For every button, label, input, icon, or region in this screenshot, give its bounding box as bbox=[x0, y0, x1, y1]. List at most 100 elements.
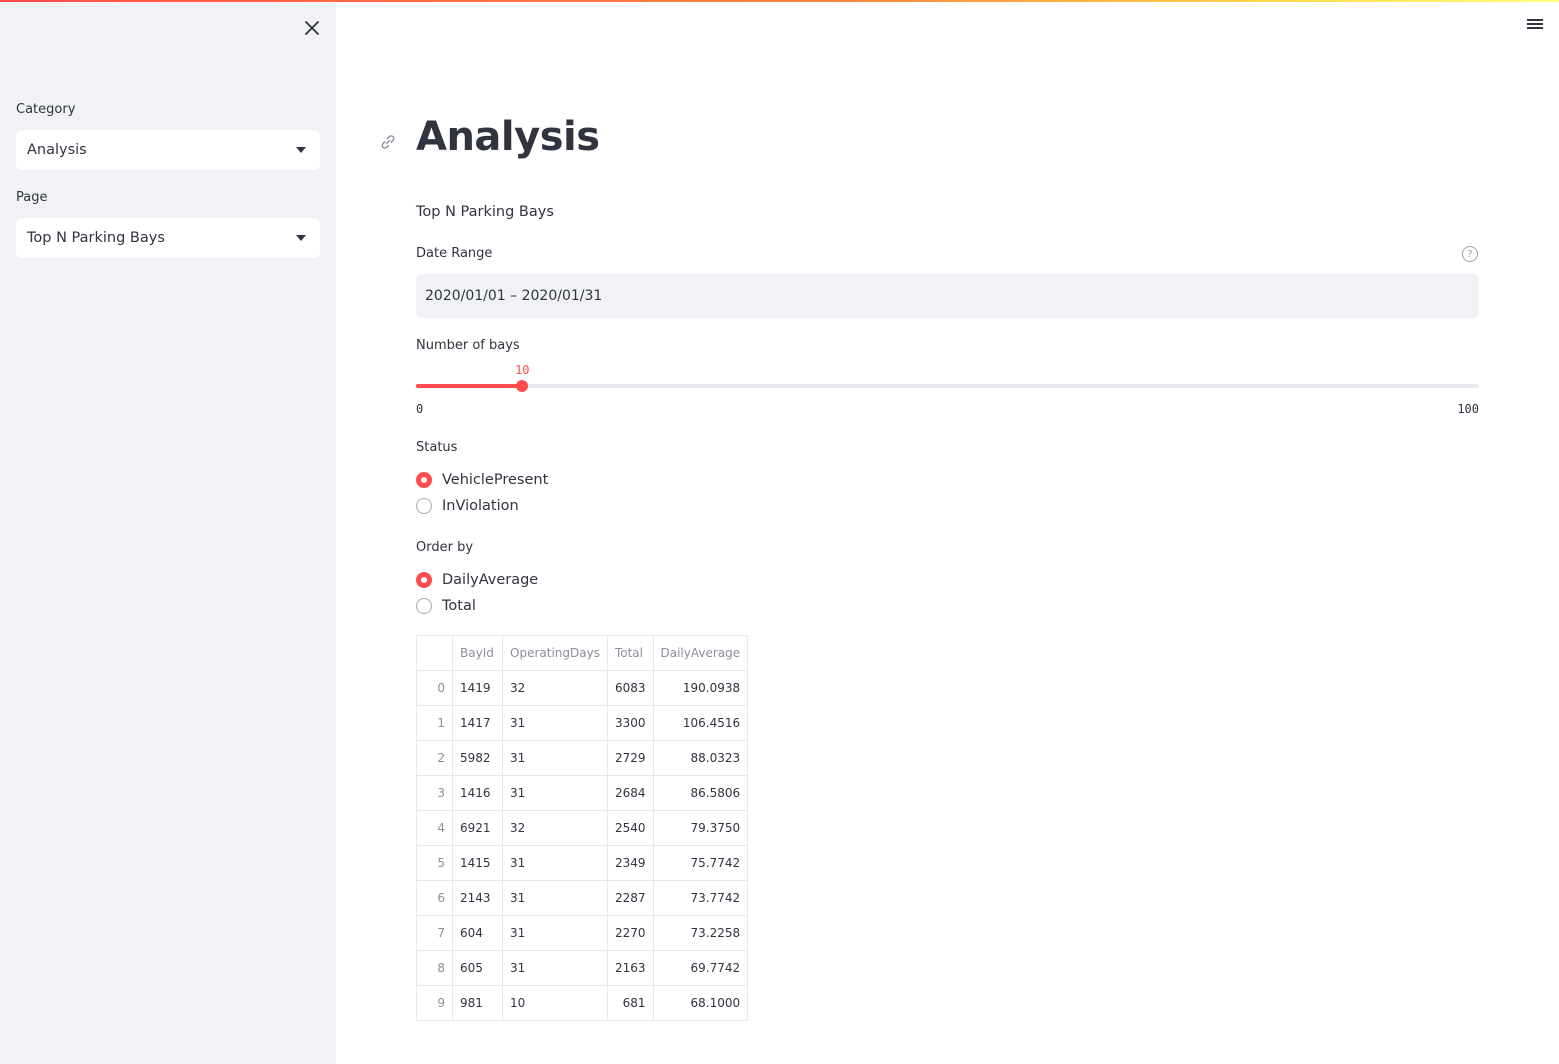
cell-total[interactable]: 2163 bbox=[606, 950, 654, 986]
column-header-operatingdays[interactable]: OperatingDays bbox=[502, 635, 608, 671]
cell-dailyaverage[interactable]: 75.7742 bbox=[652, 845, 749, 881]
row-index[interactable]: 3 bbox=[416, 775, 453, 811]
row-index[interactable]: 6 bbox=[416, 880, 453, 916]
radio-icon bbox=[416, 472, 432, 488]
radio-label: DailyAverage bbox=[442, 572, 539, 588]
cell-total[interactable]: 681 bbox=[606, 985, 654, 1021]
table-row: 8 605 31 2163 69.7742 bbox=[416, 950, 749, 986]
order-radio-total[interactable]: Total bbox=[416, 598, 476, 614]
radio-icon bbox=[416, 598, 432, 614]
cell-operatingdays[interactable]: 10 bbox=[502, 985, 608, 1021]
cell-dailyaverage[interactable]: 79.3750 bbox=[652, 810, 749, 846]
page-subtitle: Top N Parking Bays bbox=[416, 204, 554, 220]
radio-icon bbox=[416, 498, 432, 514]
cell-bayid[interactable]: 1417 bbox=[452, 705, 503, 741]
results-table: BayId OperatingDays Total DailyAverage 0… bbox=[416, 635, 749, 1021]
radio-label: InViolation bbox=[442, 498, 519, 514]
slider-fill bbox=[416, 384, 523, 388]
row-index[interactable]: 4 bbox=[416, 810, 453, 846]
order-by-label: Order by bbox=[416, 540, 474, 555]
cell-operatingdays[interactable]: 31 bbox=[502, 740, 608, 776]
slider-value: 10 bbox=[515, 363, 530, 377]
table-header-row: BayId OperatingDays Total DailyAverage bbox=[416, 635, 749, 671]
link-icon bbox=[381, 135, 395, 149]
slider-thumb[interactable] bbox=[516, 380, 529, 392]
row-index[interactable]: 9 bbox=[416, 985, 453, 1021]
cell-dailyaverage[interactable]: 69.7742 bbox=[652, 950, 749, 986]
number-of-bays-label: Number of bays bbox=[416, 338, 520, 353]
row-index[interactable]: 0 bbox=[416, 670, 453, 706]
cell-dailyaverage[interactable]: 73.2258 bbox=[652, 915, 749, 951]
cell-dailyaverage[interactable]: 86.5806 bbox=[652, 775, 749, 811]
table-row: 1 1417 31 3300 106.4516 bbox=[416, 705, 749, 741]
cell-dailyaverage[interactable]: 88.0323 bbox=[652, 740, 749, 776]
page-select[interactable]: Top N Parking Bays bbox=[16, 218, 320, 258]
cell-dailyaverage[interactable]: 73.7742 bbox=[652, 880, 749, 916]
cell-operatingdays[interactable]: 31 bbox=[502, 950, 608, 986]
cell-total[interactable]: 2349 bbox=[606, 845, 654, 881]
cell-total[interactable]: 2729 bbox=[606, 740, 654, 776]
category-select-value: Analysis bbox=[27, 142, 87, 158]
category-select[interactable]: Analysis bbox=[16, 130, 320, 170]
cell-bayid[interactable]: 981 bbox=[452, 985, 503, 1021]
cell-bayid[interactable]: 2143 bbox=[452, 880, 503, 916]
column-header-bayid[interactable]: BayId bbox=[452, 635, 503, 671]
cell-operatingdays[interactable]: 31 bbox=[502, 880, 608, 916]
page-title: Analysis bbox=[416, 114, 600, 160]
title-anchor-link[interactable] bbox=[378, 132, 398, 152]
cell-total[interactable]: 2684 bbox=[606, 775, 654, 811]
row-index[interactable]: 1 bbox=[416, 705, 453, 741]
column-header-dailyaverage[interactable]: DailyAverage bbox=[652, 635, 749, 671]
chevron-down-icon bbox=[296, 147, 306, 153]
cell-bayid[interactable]: 6921 bbox=[452, 810, 503, 846]
main-content: Analysis Top N Parking Bays Date Range ?… bbox=[336, 2, 1559, 1064]
cell-operatingdays[interactable]: 32 bbox=[502, 810, 608, 846]
order-radio-dailyaverage[interactable]: DailyAverage bbox=[416, 572, 538, 588]
cell-bayid[interactable]: 1415 bbox=[452, 845, 503, 881]
cell-total[interactable]: 6083 bbox=[606, 670, 654, 706]
cell-bayid[interactable]: 604 bbox=[452, 915, 503, 951]
slider-max: 100 bbox=[1457, 402, 1479, 416]
date-range-input[interactable]: 2020/01/01 – 2020/01/31 bbox=[416, 274, 1479, 318]
page-select-value: Top N Parking Bays bbox=[27, 230, 165, 246]
row-index[interactable]: 5 bbox=[416, 845, 453, 881]
table-row: 7 604 31 2270 73.2258 bbox=[416, 915, 749, 951]
cell-operatingdays[interactable]: 31 bbox=[502, 915, 608, 951]
cell-bayid[interactable]: 5982 bbox=[452, 740, 503, 776]
cell-dailyaverage[interactable]: 190.0938 bbox=[652, 670, 749, 706]
cell-operatingdays[interactable]: 32 bbox=[502, 670, 608, 706]
cell-bayid[interactable]: 605 bbox=[452, 950, 503, 986]
radio-label: Total bbox=[442, 598, 476, 614]
date-range-value: 2020/01/01 – 2020/01/31 bbox=[425, 288, 603, 304]
cell-bayid[interactable]: 1419 bbox=[452, 670, 503, 706]
cell-bayid[interactable]: 1416 bbox=[452, 775, 503, 811]
status-label: Status bbox=[416, 440, 458, 455]
index-header[interactable] bbox=[416, 635, 453, 671]
category-label: Category bbox=[16, 102, 76, 117]
date-range-label: Date Range bbox=[416, 246, 493, 261]
cell-operatingdays[interactable]: 31 bbox=[502, 845, 608, 881]
cell-dailyaverage[interactable]: 106.4516 bbox=[652, 705, 749, 741]
cell-total[interactable]: 3300 bbox=[606, 705, 654, 741]
close-sidebar-button[interactable] bbox=[300, 16, 324, 40]
number-of-bays-slider[interactable] bbox=[416, 380, 1479, 392]
cell-total[interactable]: 2270 bbox=[606, 915, 654, 951]
cell-total[interactable]: 2540 bbox=[606, 810, 654, 846]
help-icon[interactable]: ? bbox=[1462, 246, 1478, 262]
table-row: 6 2143 31 2287 73.7742 bbox=[416, 880, 749, 916]
row-index[interactable]: 2 bbox=[416, 740, 453, 776]
cell-total[interactable]: 2287 bbox=[606, 880, 654, 916]
row-index[interactable]: 7 bbox=[416, 915, 453, 951]
table-row: 5 1415 31 2349 75.7742 bbox=[416, 845, 749, 881]
chevron-down-icon bbox=[296, 235, 306, 241]
close-icon bbox=[305, 21, 319, 35]
table-row: 3 1416 31 2684 86.5806 bbox=[416, 775, 749, 811]
status-radio-vehiclepresent[interactable]: VehiclePresent bbox=[416, 472, 548, 488]
cell-operatingdays[interactable]: 31 bbox=[502, 705, 608, 741]
table-row: 0 1419 32 6083 190.0938 bbox=[416, 670, 749, 706]
status-radio-inviolation[interactable]: InViolation bbox=[416, 498, 519, 514]
cell-dailyaverage[interactable]: 68.1000 bbox=[652, 985, 749, 1021]
column-header-total[interactable]: Total bbox=[606, 635, 654, 671]
row-index[interactable]: 8 bbox=[416, 950, 453, 986]
cell-operatingdays[interactable]: 31 bbox=[502, 775, 608, 811]
